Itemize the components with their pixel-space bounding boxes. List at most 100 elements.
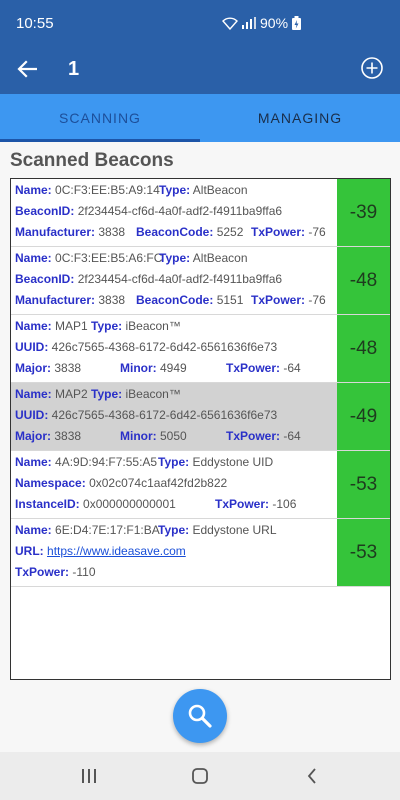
beacon-line: Name: 0C:F3:EE:B5:A9:14 Type: AltBeacon xyxy=(15,179,333,200)
beacon-uuid: 426c7565-4368-6172-6d42-6561636f6e73 xyxy=(51,408,278,422)
beacon-name: MAP2 xyxy=(55,387,88,401)
beacon-line: TxPower: -110 xyxy=(15,561,333,582)
label-name: Name: xyxy=(15,455,52,469)
beacon-line: Name: 0C:F3:EE:B5:A6:FC Type: AltBeacon xyxy=(15,247,333,268)
beacon-info: Name: 0C:F3:EE:B5:A9:14 Type: AltBeacon … xyxy=(11,179,337,246)
label-tx-power: TxPower: xyxy=(251,225,306,239)
beacon-name: MAP1 xyxy=(55,319,88,333)
beacon-line: InstanceID: 0x000000000001 TxPower: -106 xyxy=(15,493,333,514)
label-type: Type: xyxy=(158,455,190,469)
rssi-value: -48 xyxy=(337,315,390,382)
recent-apps-button[interactable] xyxy=(75,762,103,790)
search-icon xyxy=(188,704,212,728)
label-manufacturer: Manufacturer: xyxy=(15,293,96,307)
label-tx-power: TxPower: xyxy=(226,429,281,443)
beacon-row[interactable]: Name: 0C:F3:EE:B5:A6:FC Type: AltBeacon … xyxy=(11,247,390,315)
status-icons: 90% xyxy=(222,15,302,31)
label-type: Type: xyxy=(159,251,191,265)
signal-icon xyxy=(242,17,256,29)
beacon-instance-id: 0x000000000001 xyxy=(83,497,176,511)
label-tx-power: TxPower: xyxy=(215,497,270,511)
beacon-row[interactable]: Name: 0C:F3:EE:B5:A9:14 Type: AltBeacon … xyxy=(11,179,390,247)
system-nav-bar xyxy=(0,752,400,800)
label-uuid: UUID: xyxy=(15,408,49,422)
beacon-name: 0C:F3:EE:B5:A6:FC xyxy=(55,251,163,265)
label-tx-power: TxPower: xyxy=(226,361,281,375)
rssi-value: -49 xyxy=(337,383,390,450)
rssi-value: -53 xyxy=(337,519,390,586)
beacon-info: Name: MAP1 Type: iBeacon™ UUID: 426c7565… xyxy=(11,315,337,382)
label-beacon-id: BeaconID: xyxy=(15,272,75,286)
beacon-tx-power: -110 xyxy=(72,565,96,579)
label-instance-id: InstanceID: xyxy=(15,497,80,511)
beacon-url-link[interactable]: https://www.ideasave.com xyxy=(47,544,186,558)
tab-managing[interactable]: MANAGING xyxy=(200,94,400,142)
beacon-type: Eddystone UID xyxy=(192,455,274,469)
label-manufacturer: Manufacturer: xyxy=(15,225,96,239)
battery-percent: 90% xyxy=(260,15,289,31)
beacon-row[interactable]: Name: 6E:D4:7E:17:F1:BA Type: Eddystone … xyxy=(11,519,390,587)
add-button[interactable] xyxy=(358,54,386,82)
label-major: Major: xyxy=(15,361,51,375)
beacon-code: 5151 xyxy=(216,293,244,307)
beacon-list[interactable]: Name: 0C:F3:EE:B5:A9:14 Type: AltBeacon … xyxy=(10,178,391,680)
beacon-row-selected[interactable]: Name: MAP2 Type: iBeacon™ UUID: 426c7565… xyxy=(11,383,390,451)
beacon-line: Manufacturer: 3838 BeaconCode: 5151 TxPo… xyxy=(15,289,333,310)
recent-apps-icon xyxy=(82,769,96,783)
scan-fab-button[interactable] xyxy=(173,689,227,743)
beacon-line: Name: MAP2 Type: iBeacon™ xyxy=(15,383,333,404)
tab-scanning[interactable]: SCANNING xyxy=(0,94,200,142)
beacon-type: iBeacon™ xyxy=(125,387,181,401)
status-time: 10:55 xyxy=(16,15,54,32)
label-uuid: UUID: xyxy=(15,340,49,354)
beacon-tx-power: -64 xyxy=(283,429,301,443)
beacon-line: Name: 4A:9D:94:F7:55:A5 Type: Eddystone … xyxy=(15,451,333,472)
label-beacon-id: BeaconID: xyxy=(15,204,75,218)
beacon-info: Name: 4A:9D:94:F7:55:A5 Type: Eddystone … xyxy=(11,451,337,518)
back-icon xyxy=(307,768,316,784)
rssi-value: -39 xyxy=(337,179,390,246)
label-beacon-code: BeaconCode: xyxy=(136,225,214,239)
beacon-line: Name: MAP1 Type: iBeacon™ xyxy=(15,315,333,336)
beacon-code: 5252 xyxy=(216,225,244,239)
beacon-line: Name: 6E:D4:7E:17:F1:BA Type: Eddystone … xyxy=(15,519,333,540)
home-icon xyxy=(192,768,208,784)
tab-bar: SCANNING MANAGING xyxy=(0,94,400,142)
beacon-tx-power: -76 xyxy=(308,225,326,239)
beacon-line: Major: 3838 Minor: 5050 TxPower: -64 xyxy=(15,425,333,446)
label-name: Name: xyxy=(15,523,52,537)
beacon-name: 0C:F3:EE:B5:A9:14 xyxy=(55,183,160,197)
beacon-line: BeaconID: 2f234454-cf6d-4a0f-adf2-f4911b… xyxy=(15,200,333,221)
system-back-button[interactable] xyxy=(298,762,326,790)
label-major: Major: xyxy=(15,429,51,443)
rssi-value: -48 xyxy=(337,247,390,314)
label-namespace: Namespace: xyxy=(15,476,86,490)
beacon-row[interactable]: Name: MAP1 Type: iBeacon™ UUID: 426c7565… xyxy=(11,315,390,383)
beacon-line: Major: 3838 Minor: 4949 TxPower: -64 xyxy=(15,357,333,378)
beacon-line: Namespace: 0x02c074c1aaf42fd2b822 xyxy=(15,472,333,493)
beacon-tx-power: -64 xyxy=(283,361,301,375)
label-name: Name: xyxy=(15,319,52,333)
label-minor: Minor: xyxy=(120,429,157,443)
status-bar: 10:55 90% xyxy=(0,0,400,46)
beacon-id: 2f234454-cf6d-4a0f-adf2-f4911ba9ffa6 xyxy=(77,272,283,286)
beacon-tx-power: -106 xyxy=(272,497,297,511)
beacon-id: 2f234454-cf6d-4a0f-adf2-f4911ba9ffa6 xyxy=(77,204,283,218)
beacon-line: UUID: 426c7565-4368-6172-6d42-6561636f6e… xyxy=(15,336,333,357)
wifi-icon xyxy=(222,16,238,30)
beacon-manufacturer: 3838 xyxy=(98,293,126,307)
home-button[interactable] xyxy=(186,762,214,790)
label-type: Type: xyxy=(158,523,190,537)
label-name: Name: xyxy=(15,251,52,265)
label-beacon-code: BeaconCode: xyxy=(136,293,214,307)
label-minor: Minor: xyxy=(120,361,157,375)
beacon-row[interactable]: Name: 4A:9D:94:F7:55:A5 Type: Eddystone … xyxy=(11,451,390,519)
beacon-line: UUID: 426c7565-4368-6172-6d42-6561636f6e… xyxy=(15,404,333,425)
beacon-info: Name: 0C:F3:EE:B5:A6:FC Type: AltBeacon … xyxy=(11,247,337,314)
beacon-major: 3838 xyxy=(54,361,82,375)
beacon-uuid: 426c7565-4368-6172-6d42-6561636f6e73 xyxy=(51,340,278,354)
label-name: Name: xyxy=(15,387,52,401)
beacon-line: BeaconID: 2f234454-cf6d-4a0f-adf2-f4911b… xyxy=(15,268,333,289)
beacon-namespace: 0x02c074c1aaf42fd2b822 xyxy=(89,476,228,490)
back-button[interactable] xyxy=(12,54,42,84)
